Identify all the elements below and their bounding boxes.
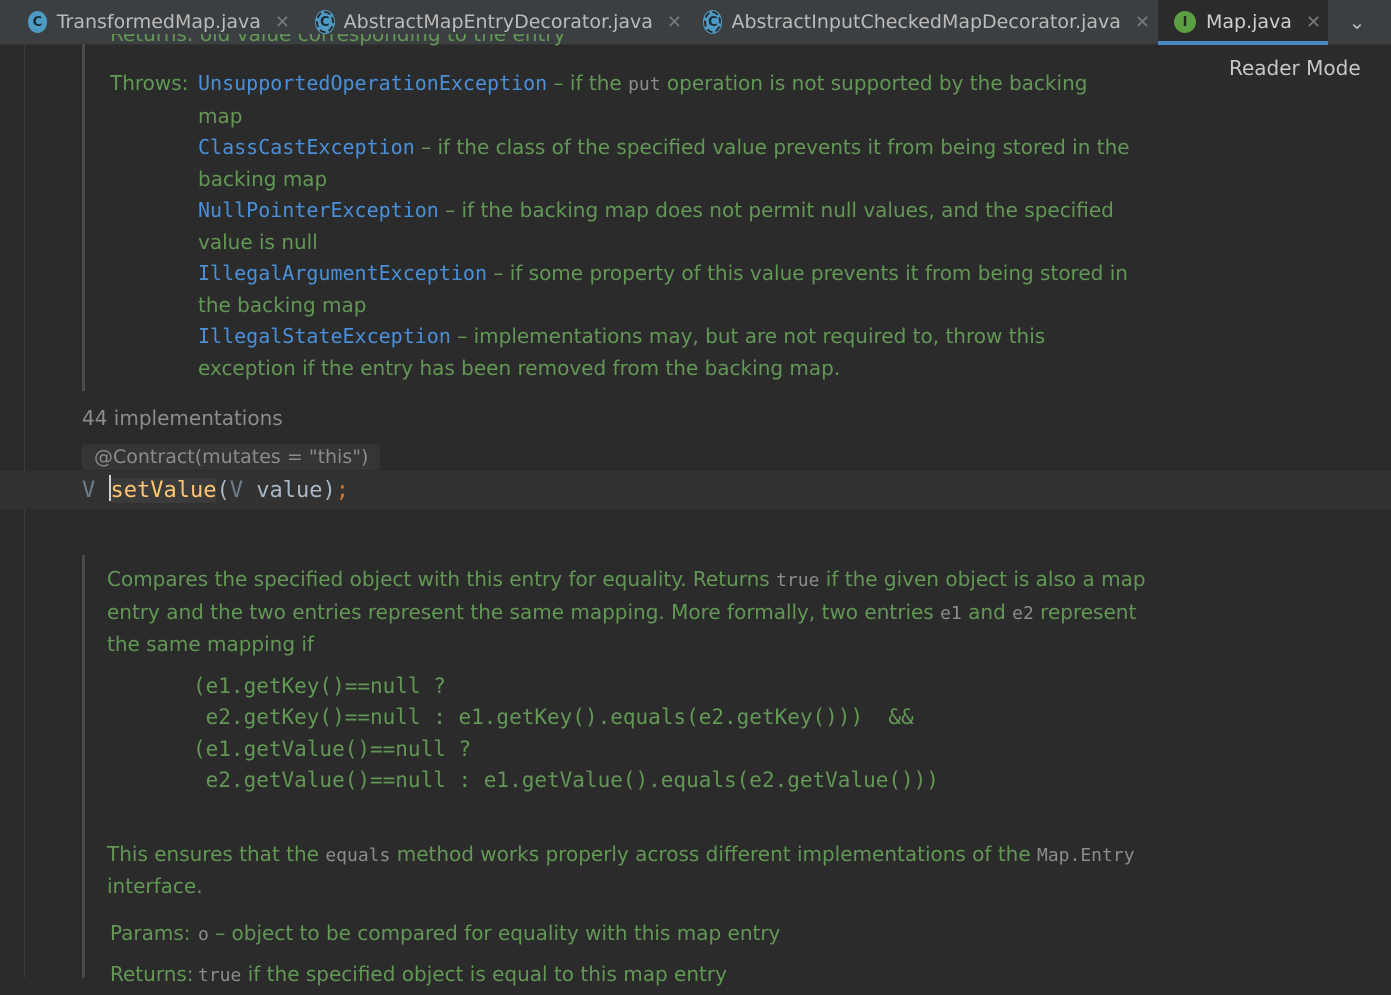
close-icon[interactable]: ✕ — [667, 12, 682, 33]
tab-label: AbstractInputCheckedMapDecorator.java — [731, 11, 1121, 33]
active-tab-indicator — [1158, 41, 1328, 45]
close-icon[interactable]: ✕ — [1135, 12, 1150, 33]
doc-comment-bar — [82, 555, 85, 978]
reader-mode-button[interactable]: Reader Mode — [1229, 56, 1361, 80]
class-icon: C — [28, 11, 47, 33]
returns-line-partial: Returns: old value corresponding to the … — [110, 34, 566, 46]
params-label: Params: — [110, 920, 191, 945]
contract-annotation: @Contract(mutates = "this") — [82, 444, 381, 470]
throws-label: Throws: — [110, 71, 189, 95]
doc-comment-equals: Compares the specified object with this … — [107, 564, 1147, 995]
tab-label: TransformedMap.java — [56, 11, 261, 33]
exception-link[interactable]: NullPointerException — [198, 198, 439, 222]
exception-link[interactable]: IllegalStateException — [198, 324, 451, 348]
close-icon[interactable]: ✕ — [1306, 12, 1321, 33]
method-name[interactable]: setValue — [110, 478, 217, 503]
gutter-divider — [24, 44, 25, 978]
exception-link[interactable]: ClassCastException — [198, 135, 415, 159]
close-icon[interactable]: ✕ — [275, 12, 290, 33]
exception-link[interactable]: UnsupportedOperationException — [198, 71, 547, 95]
chevron-down-icon[interactable]: ⌄ — [1342, 8, 1372, 36]
abstract-class-icon: C — [315, 10, 335, 34]
exception-link[interactable]: IllegalArgumentException — [198, 261, 487, 285]
returns-label: Returns: — [110, 961, 194, 986]
doc-comment-bar — [82, 44, 85, 391]
implementations-link[interactable]: 44 implementations — [82, 406, 283, 430]
tab-map-java[interactable]: I Map.java ✕ — [1158, 0, 1328, 45]
tab-label: Map.java — [1206, 11, 1292, 33]
interface-icon: I — [1174, 11, 1196, 33]
method-declaration[interactable]: V setValue(V value); — [82, 475, 349, 506]
doc-comment-throws: Throws: UnsupportedOperationException – … — [110, 68, 1140, 384]
abstract-class-icon: C — [702, 10, 723, 34]
tab-abstract-input-checked-map-decorator[interactable]: C AbstractInputCheckedMapDecorator.java … — [702, 0, 1150, 44]
code-example: (e1.getKey()==null ? e2.getKey()==null :… — [193, 673, 939, 793]
tab-label: AbstractMapEntryDecorator.java — [343, 11, 653, 33]
